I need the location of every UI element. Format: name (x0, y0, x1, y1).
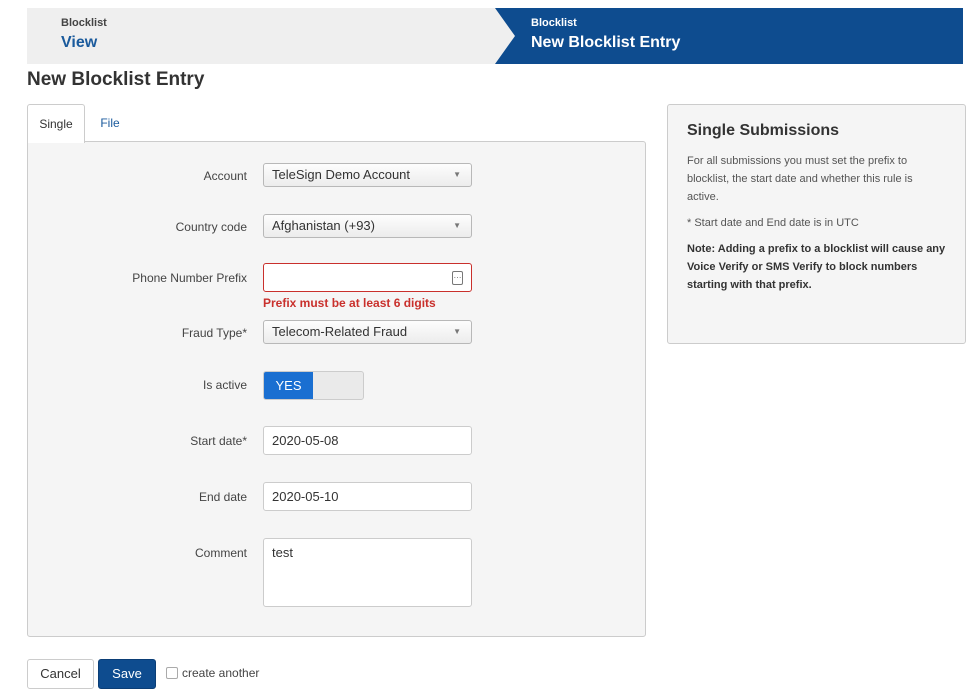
account-select[interactable]: TeleSign Demo Account ▼ (263, 163, 472, 187)
info-title: Single Submissions (687, 122, 840, 139)
breadcrumb-step-new-entry: Blocklist New Blocklist Entry (495, 8, 963, 64)
page-title: New Blocklist Entry (27, 69, 205, 90)
phone-prefix-input[interactable]: ⋯ (263, 263, 472, 292)
country-code-label: Country code (175, 220, 247, 234)
breadcrumb-step-category: Blocklist (61, 17, 107, 29)
info-paragraph: For all submissions you must set the pre… (687, 155, 913, 203)
start-date-input[interactable]: 2020-05-08 (263, 426, 472, 455)
end-date-label: End date (198, 490, 247, 504)
start-date-value: 2020-05-08 (272, 433, 339, 448)
end-date-input[interactable]: 2020-05-10 (263, 482, 472, 511)
tab-file[interactable]: File (85, 104, 135, 142)
account-select-value: TeleSign Demo Account (272, 167, 411, 182)
toggle-on-label: YES (264, 372, 313, 399)
chevron-down-icon: ▼ (453, 170, 461, 179)
chevron-down-icon: ▼ (453, 327, 461, 336)
breadcrumb-step-category: Blocklist (531, 17, 577, 29)
phone-prefix-error: Prefix must be at least 6 digits (263, 296, 436, 310)
cancel-button[interactable]: Cancel (27, 659, 94, 689)
start-date-label: Start date* (190, 434, 247, 448)
is-active-label: Is active (202, 378, 247, 392)
breadcrumb-step-label: New Blocklist Entry (531, 34, 681, 51)
create-another-checkbox[interactable] (166, 667, 178, 679)
single-entry-form: Account TeleSign Demo Account ▼ Country … (27, 141, 646, 637)
breadcrumb-step-view[interactable]: Blocklist View (27, 8, 515, 64)
phone-prefix-label: Phone Number Prefix (132, 271, 247, 285)
info-warning-note: Note: Adding a prefix to a blocklist wil… (687, 243, 946, 291)
fraud-type-label: Fraud Type* (181, 326, 247, 340)
info-utc-note: * Start date and End date is in UTC (687, 217, 859, 229)
single-submissions-info: Single Submissions For all submissions y… (667, 104, 966, 344)
comment-textarea[interactable]: test (263, 538, 472, 607)
account-label: Account (203, 169, 247, 183)
breadcrumb: Blocklist View Blocklist New Blocklist E… (27, 8, 963, 64)
is-active-toggle[interactable]: YES (263, 371, 364, 400)
fraud-type-select-value: Telecom-Related Fraud (272, 324, 408, 339)
save-button[interactable]: Save (98, 659, 156, 689)
end-date-value: 2020-05-10 (272, 489, 339, 504)
breadcrumb-step-label: View (61, 34, 98, 51)
country-code-select-value: Afghanistan (+93) (272, 218, 375, 233)
autofill-icon[interactable]: ⋯ (452, 271, 463, 285)
tab-single[interactable]: Single (27, 104, 85, 143)
fraud-type-select[interactable]: Telecom-Related Fraud ▼ (263, 320, 472, 344)
country-code-select[interactable]: Afghanistan (+93) ▼ (263, 214, 472, 238)
chevron-down-icon: ▼ (453, 221, 461, 230)
comment-label: Comment (194, 546, 247, 560)
comment-value: test (272, 545, 293, 560)
create-another-label[interactable]: create another (182, 666, 259, 680)
